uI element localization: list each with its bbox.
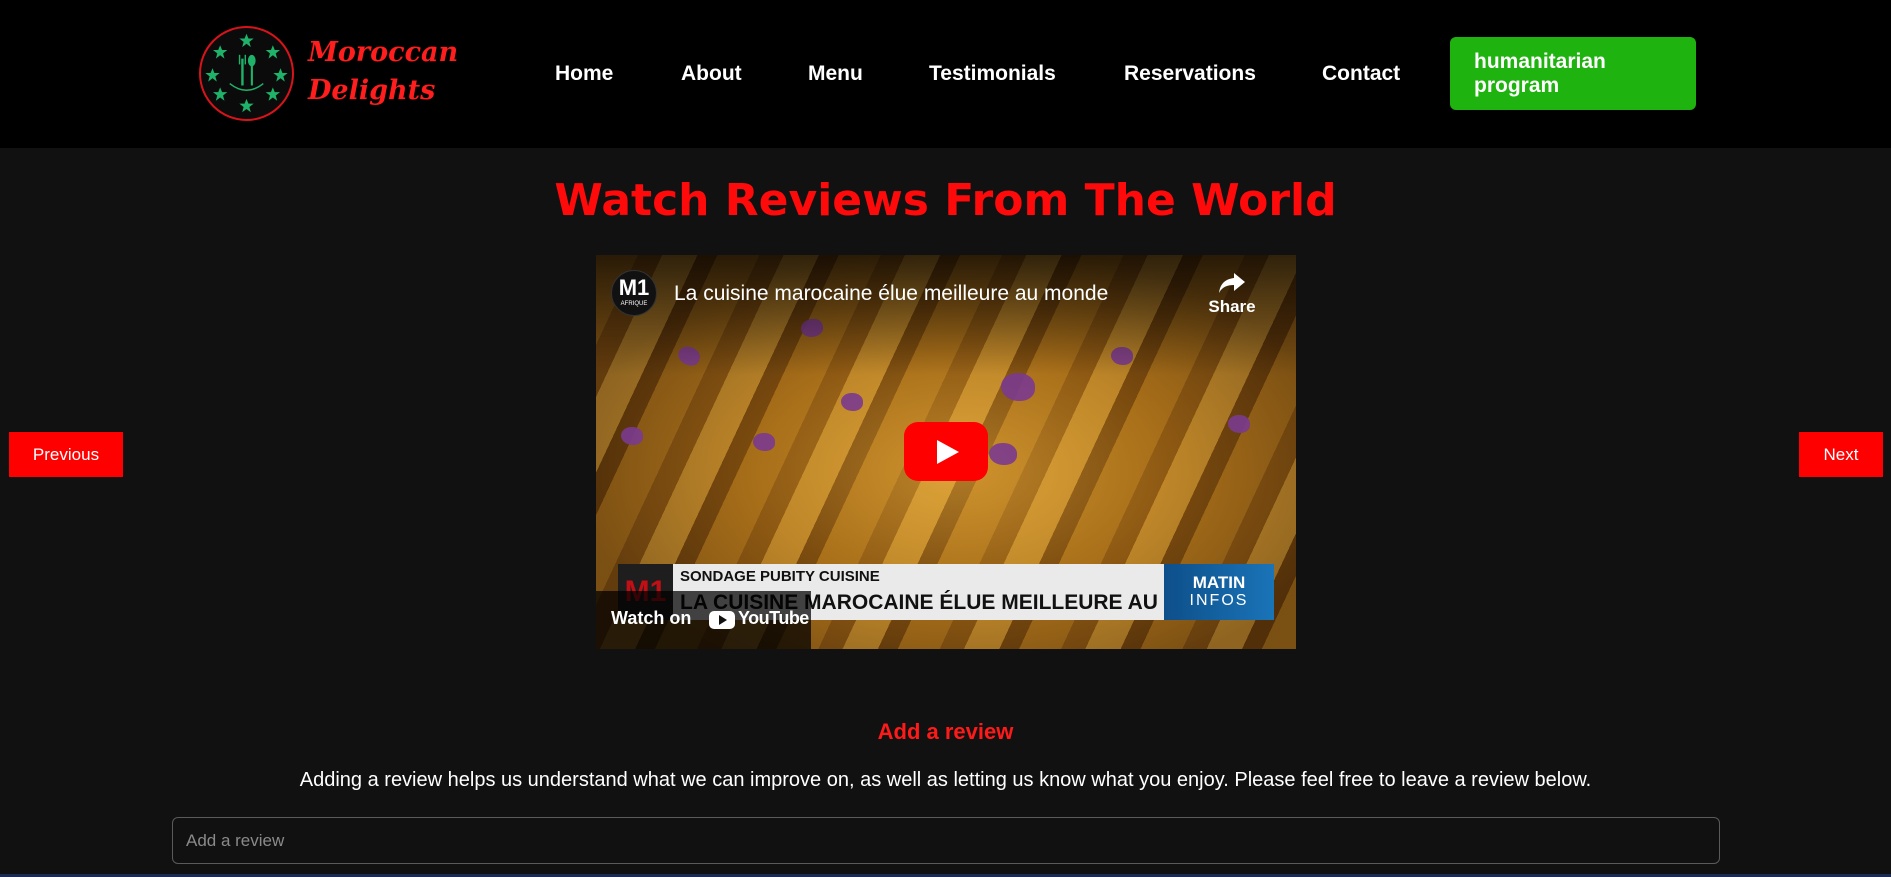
matin-infos-logo: MATIN INFOS [1164, 564, 1274, 620]
channel-logo-sub: AFRIQUE [620, 301, 648, 307]
nav-menu[interactable]: Menu [808, 58, 863, 90]
site-header: Moroccan Delights Home About Menu Testim… [0, 0, 1891, 148]
petal-decoration [621, 427, 643, 445]
matin-label: MATIN [1192, 573, 1246, 592]
share-arrow-icon [1219, 273, 1245, 293]
petal-decoration [1228, 415, 1250, 433]
watch-on-label: Watch on [611, 608, 692, 628]
add-review-heading: Add a review [877, 719, 1014, 744]
video-top-shade [596, 255, 1296, 375]
previous-button[interactable]: Previous [9, 432, 123, 477]
share-button[interactable]: Share [1199, 271, 1265, 317]
play-button[interactable] [904, 422, 988, 481]
youtube-embed[interactable]: M1 AFRIQUE La cuisine marocaine élue mei… [596, 255, 1296, 649]
review-description: Adding a review helps us understand what… [299, 769, 1592, 791]
video-title[interactable]: La cuisine marocaine élue meilleure au m… [674, 282, 1108, 306]
nav-testimonials[interactable]: Testimonials [929, 58, 1056, 90]
banner-kicker: SONDAGE PUBITY CUISINE [680, 568, 880, 585]
nav-reservations[interactable]: Reservations [1124, 58, 1256, 90]
section-title: Watch Reviews From The World [554, 175, 1337, 226]
infos-label: INFOS [1189, 592, 1249, 609]
petal-decoration [841, 393, 863, 411]
channel-logo-text: M1 [618, 275, 650, 300]
nav-home[interactable]: Home [555, 58, 613, 90]
youtube-play-icon [709, 611, 735, 629]
nav-contact[interactable]: Contact [1322, 58, 1400, 90]
watch-on-youtube-button[interactable]: Watch on YouTube [596, 591, 811, 649]
channel-avatar[interactable]: M1 AFRIQUE [611, 270, 657, 316]
youtube-wordmark: YouTube [738, 608, 809, 628]
next-button[interactable]: Next [1799, 432, 1883, 477]
petal-decoration [989, 443, 1017, 465]
nav-about[interactable]: About [681, 58, 742, 90]
petal-decoration [1001, 373, 1035, 401]
share-label: Share [1208, 297, 1256, 316]
petal-decoration [753, 433, 775, 451]
review-input[interactable] [172, 817, 1720, 864]
humanitarian-program-button[interactable]: humanitarian program [1450, 37, 1696, 110]
